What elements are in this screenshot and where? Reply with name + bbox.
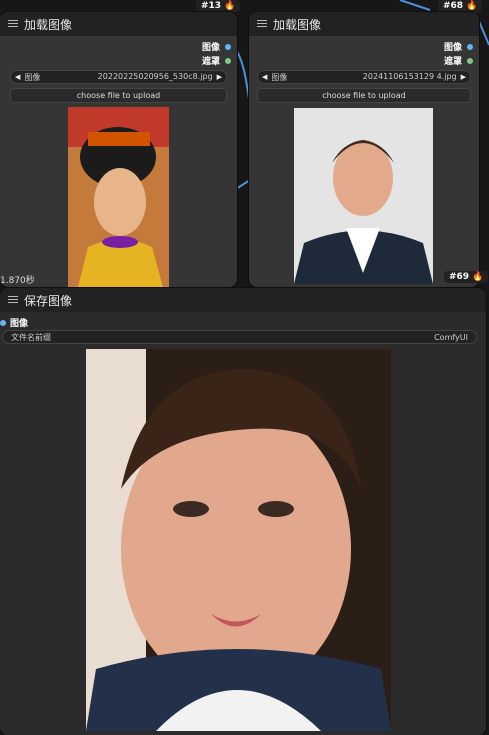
node-title: 加载图像 — [24, 17, 73, 32]
flame-icon: 🔥 — [472, 272, 484, 282]
node-header[interactable]: 保存图像 — [0, 288, 486, 312]
socket-icon[interactable] — [225, 57, 231, 64]
input-image[interactable]: 图像 — [0, 316, 28, 329]
comfy-canvas[interactable]: #13 🔥 #68 🔥 加载图像 图像 遮罩 ◀ 图像 20220225020956_… — [0, 0, 489, 735]
menu-icon[interactable] — [8, 296, 18, 304]
node-id-badge: #68 🔥 — [438, 0, 483, 12]
output-mask[interactable]: 遮罩 — [444, 54, 473, 67]
socket-icon[interactable] — [0, 319, 6, 326]
node-header[interactable]: 加载图像 — [0, 12, 237, 36]
execution-time: 1.870秒 — [0, 276, 35, 286]
socket-icon[interactable] — [467, 43, 473, 50]
menu-icon[interactable] — [257, 20, 267, 28]
socket-icon[interactable] — [467, 57, 473, 64]
upload-button[interactable]: choose file to upload — [257, 88, 471, 103]
output-mask[interactable]: 遮罩 — [202, 54, 231, 67]
field-value: ComfyUI — [434, 332, 468, 342]
menu-icon[interactable] — [8, 20, 18, 28]
flame-icon: 🔥 — [224, 1, 236, 11]
preview-image-2 — [294, 108, 433, 284]
image-combo[interactable]: ◀ 图像 20241106153129 4.jpg ▶ — [257, 70, 471, 84]
image-combo[interactable]: ◀ 图像 20220225020956_530c8.jpg ▶ — [10, 70, 227, 84]
load-image-node-1[interactable]: 加载图像 图像 遮罩 ◀ 图像 20220225020956_530c8.jpg … — [0, 12, 237, 287]
node-id-badge: #13 🔥 — [196, 0, 241, 12]
output-image[interactable]: 图像 — [444, 40, 473, 53]
socket-icon[interactable] — [225, 43, 231, 50]
output-image[interactable]: 图像 — [202, 40, 231, 53]
node-header[interactable]: 加载图像 — [249, 12, 479, 36]
filename-prefix-field[interactable]: 文件名前缀 ComfyUI — [2, 330, 477, 344]
arrow-right-icon[interactable]: ▶ — [217, 73, 222, 81]
arrow-right-icon[interactable]: ▶ — [461, 73, 466, 81]
node-title: 保存图像 — [24, 293, 73, 308]
node-title: 加载图像 — [273, 17, 322, 32]
output-image — [86, 349, 391, 731]
preview-image-1 — [68, 107, 169, 287]
load-image-node-2[interactable]: 加载图像 图像 遮罩 ◀ 图像 20241106153129 4.jpg ▶ ch… — [249, 12, 479, 287]
upload-button[interactable]: choose file to upload — [10, 88, 227, 103]
node-id-badge: #69 🔥 — [444, 271, 489, 283]
flame-icon: 🔥 — [466, 1, 478, 11]
field-label: 文件名前缀 — [11, 332, 51, 342]
save-image-node[interactable]: 保存图像 图像 文件名前缀 ComfyUI — [0, 288, 486, 735]
